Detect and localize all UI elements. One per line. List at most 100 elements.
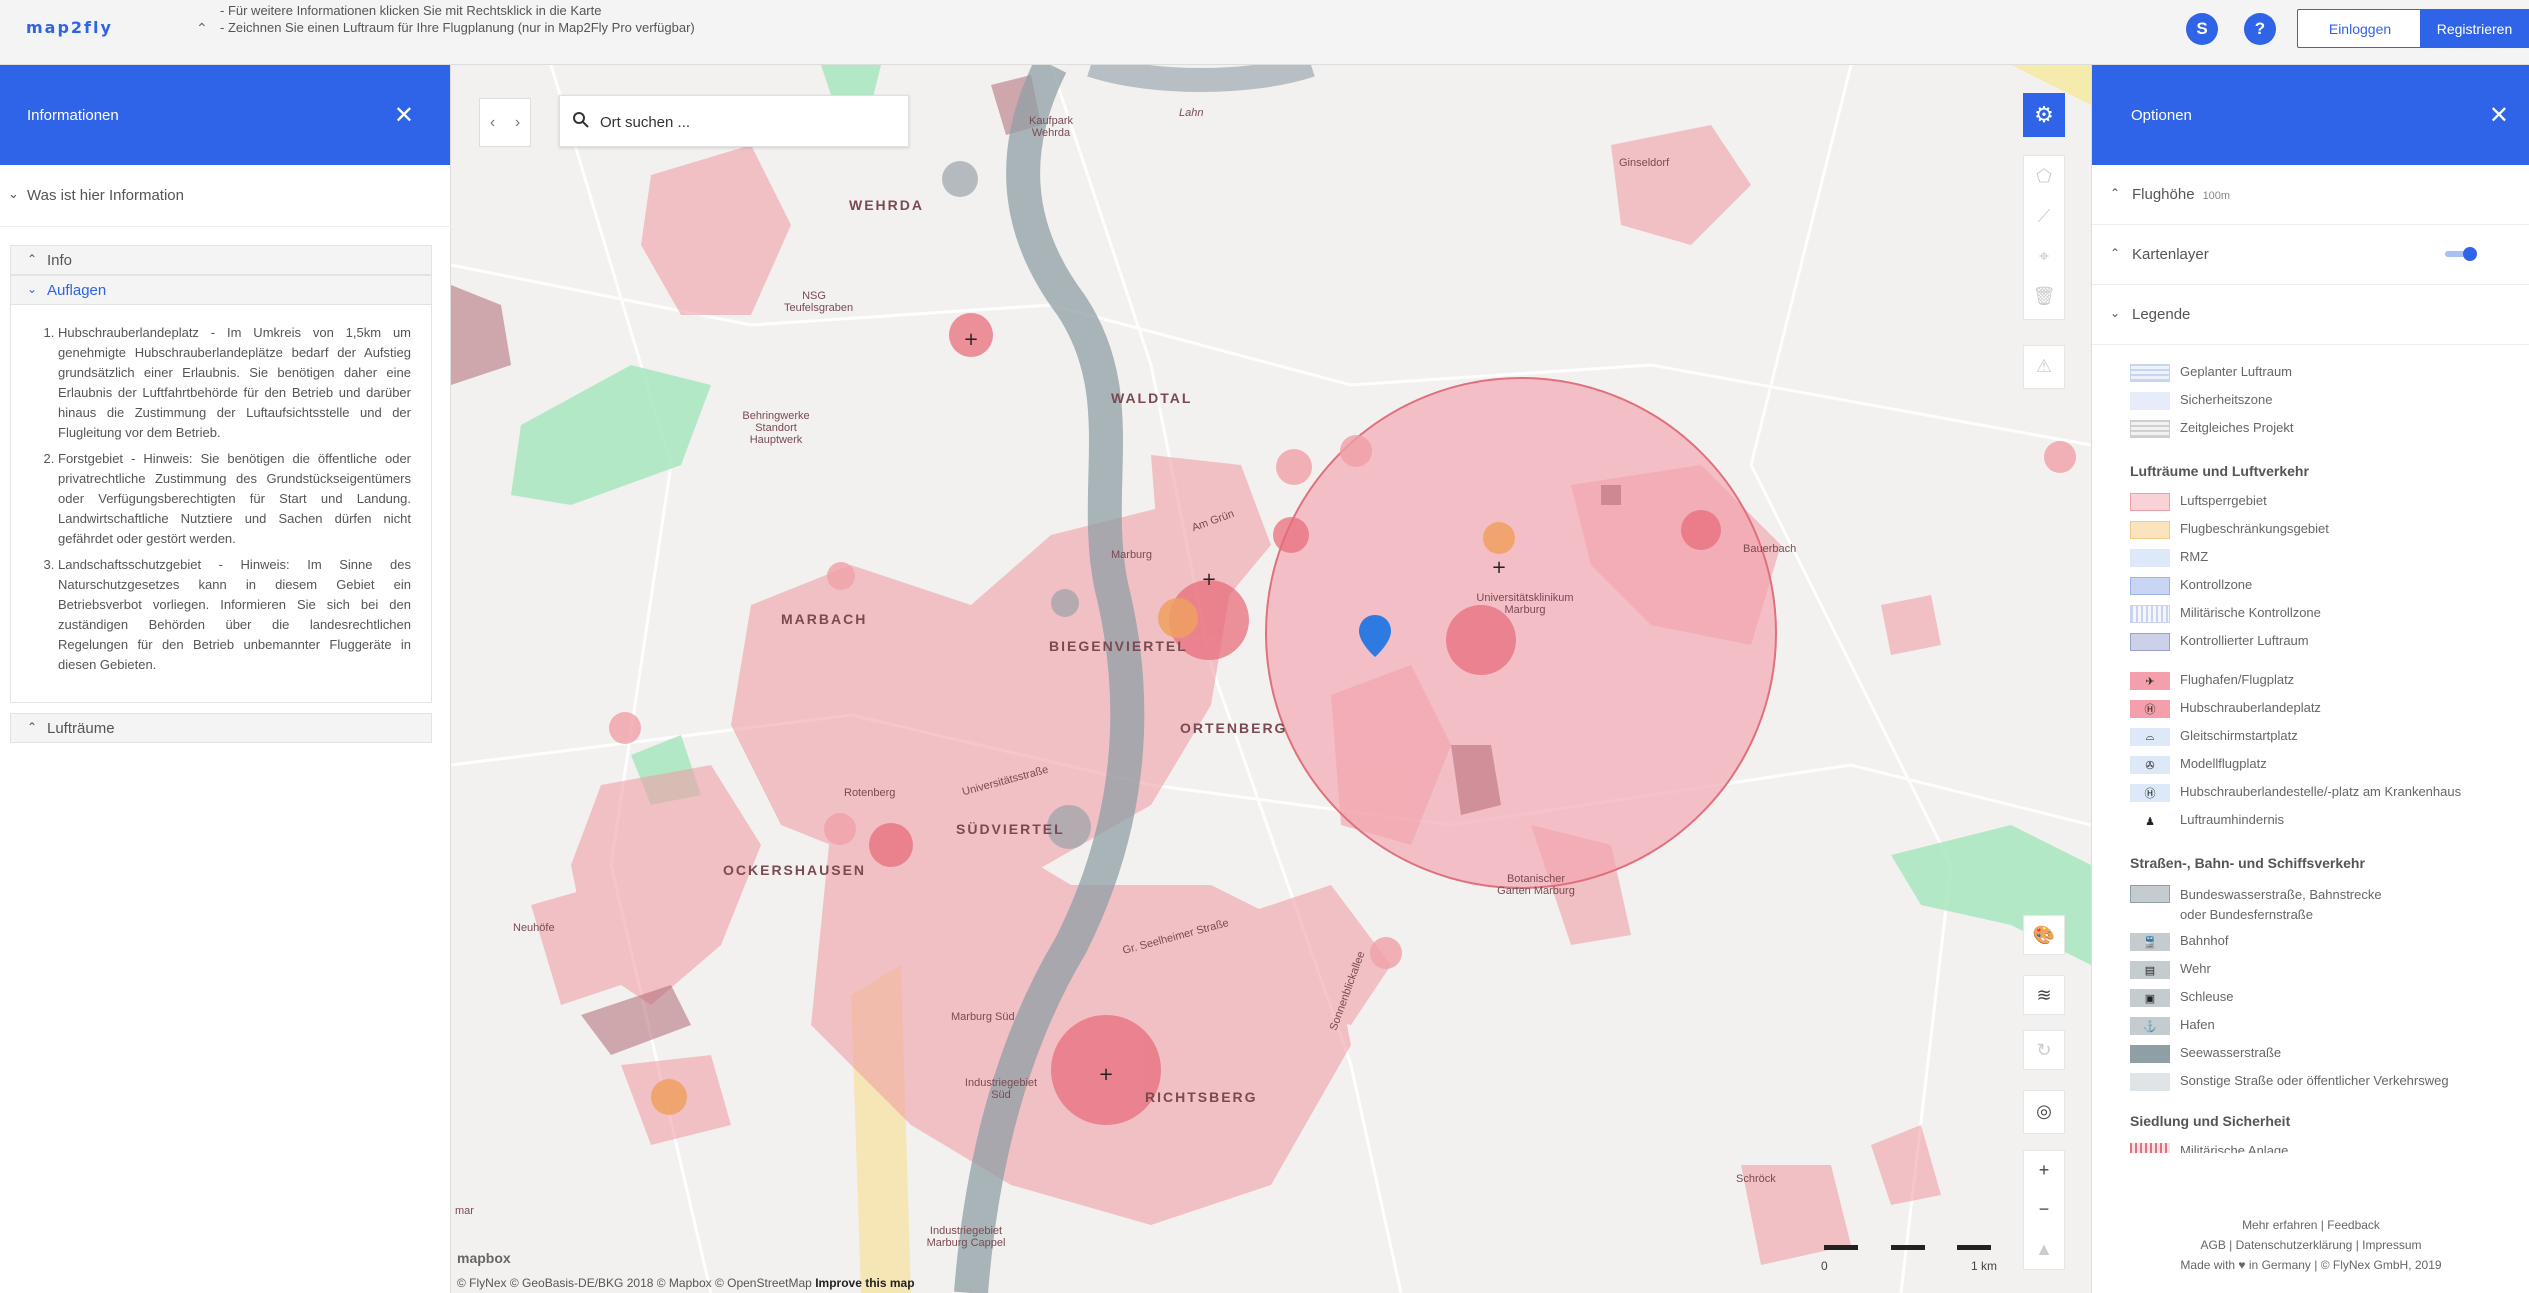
help-button[interactable]: ? (2244, 13, 2276, 45)
svg-text:+: + (963, 329, 978, 350)
refresh-icon[interactable]: ↻ (2023, 1031, 2065, 1069)
legend-item: ⌓ Gleitschirmstartplatz (2130, 728, 2298, 748)
legend-swatch (2130, 521, 2170, 539)
warning-icon[interactable]: ⚠ (2023, 346, 2065, 386)
weir-icon: ▤ (2130, 961, 2170, 979)
zoom-out-icon[interactable]: − (2023, 1190, 2065, 1229)
hint-line-1: - Für weitere Informationen klicken Sie … (220, 3, 602, 18)
map-label-neuhoefe: Neuhöfe (513, 922, 555, 934)
chevron-left-icon[interactable]: ‹ (490, 114, 495, 132)
legend-label: Zeitgleiches Projekt (2180, 420, 2294, 435)
legend-swatch (2130, 549, 2170, 567)
legend-swatch (2130, 1143, 2170, 1153)
train-icon: 🚆 (2130, 933, 2170, 951)
hospital-helipad-icon: Ⓗ (2130, 784, 2170, 802)
legend-item: 🚆 Bahnhof (2130, 933, 2228, 953)
legend-item: Zeitgleiches Projekt (2130, 420, 2293, 440)
what-is-here-toggle[interactable]: ⌄ Was ist hier Information (0, 165, 451, 227)
legend-item: ✈ Flughafen/Flugplatz (2130, 672, 2294, 692)
paraglider-icon: ⌓ (2130, 728, 2170, 746)
chevron-up-icon: ⌃ (27, 252, 38, 266)
legend-label: Sicherheitszone (2180, 392, 2273, 407)
legend-label: Seewasserstraße (2180, 1045, 2282, 1060)
polygon-icon[interactable]: ⬠ (2023, 156, 2065, 196)
compass-icon[interactable]: ▲ (2023, 1230, 2065, 1269)
accordion-info-label: Info (47, 252, 73, 269)
user-avatar-button[interactable]: S (2186, 13, 2218, 45)
close-icon[interactable]: ✕ (2489, 101, 2509, 130)
legend-label: Kontrollierter Luftraum (2180, 633, 2309, 648)
chevron-right-icon[interactable]: › (515, 114, 520, 132)
accordion-info[interactable]: ⌃ Info (10, 245, 432, 275)
register-button[interactable]: Registrieren (2420, 9, 2529, 48)
kartenlayer-toggle[interactable] (2445, 247, 2477, 261)
map-label-rotenberg: Rotenberg (844, 787, 896, 799)
legend-label: Geplanter Luftraum (2180, 364, 2293, 379)
legend-item: Sonstige Straße oder öffentlicher Verkeh… (2130, 1073, 2449, 1093)
locate-icon[interactable]: ◎ (2023, 1091, 2065, 1131)
marker-icon[interactable]: ⌖ (2023, 236, 2065, 276)
map-label-marburg-sued: Marburg Süd (951, 1011, 1015, 1023)
flughoehe-label: Flughöhe (2132, 186, 2195, 203)
footer-links-1[interactable]: Mehr erfahren | Feedback (2092, 1215, 2529, 1235)
app-logo[interactable]: map2fly (26, 18, 113, 37)
disabled-tool: ↻ (2023, 1030, 2065, 1070)
map-label-ortenberg: ORTENBERG (1180, 720, 1288, 736)
legend-item: Seewasserstraße (2130, 1045, 2281, 1065)
login-button[interactable]: Einloggen (2297, 9, 2423, 48)
trash-icon[interactable]: 🗑 (2023, 276, 2065, 316)
options-footer: Mehr erfahren | Feedback AGB | Datenschu… (2092, 1215, 2529, 1275)
search-input[interactable] (600, 108, 890, 136)
chevron-down-icon: ⌄ (2110, 306, 2121, 320)
chevron-up-icon: ⌃ (2110, 186, 2121, 200)
chevron-down-icon: ⌄ (27, 282, 38, 296)
info-accordion: ⌃ Info ⌄ Auflagen Hubschrauberlandeplatz… (10, 245, 432, 743)
map-label-kaufpark: Kaufpark Wehrda (1028, 115, 1074, 139)
accordion-luftraeume[interactable]: ⌃ Lufträume (10, 713, 432, 743)
palette-icon[interactable]: 🎨 (2023, 916, 2065, 954)
auflage-item: Landschaftsschutzgebiet - Hinweis: Im Si… (58, 555, 411, 675)
layers-icon[interactable]: ≋ (2023, 976, 2065, 1014)
map-label-wehrda: WEHRDA (849, 197, 924, 213)
legend-group-luftraeume: Lufträume und Luftverkehr (2130, 463, 2309, 479)
legend-swatch (2130, 605, 2170, 623)
lock-icon: ▣ (2130, 989, 2170, 1007)
footer-links-2[interactable]: AGB | Datenschutzerklärung | Impressum (2092, 1235, 2529, 1255)
svg-text:+: + (1201, 569, 1216, 590)
legend-swatch (2130, 1045, 2170, 1063)
zoom-in-icon[interactable]: + (2023, 1151, 2065, 1190)
legend-label: Hubschrauberlandestelle/-platz am Kranke… (2180, 784, 2462, 799)
map-label-ockershausen: OCKERSHAUSEN (723, 862, 867, 878)
warning-tool: ⚠ (2023, 345, 2065, 389)
accordion-luftraeume-label: Lufträume (47, 720, 115, 737)
legende-row[interactable]: ⌄ Legende (2092, 285, 2529, 345)
chevron-up-icon: ⌃ (27, 720, 38, 734)
info-panel-header: Informationen ✕ (0, 65, 450, 165)
legend-swatch (2130, 493, 2170, 511)
chevron-up-icon[interactable]: ⌃ (196, 20, 208, 37)
line-icon[interactable]: ⟋ (2023, 196, 2065, 236)
settings-button[interactable]: ⚙ (2023, 93, 2065, 137)
svg-text:+: + (1491, 557, 1506, 578)
mapbox-logo[interactable]: mapbox (457, 1250, 511, 1266)
top-bar: map2fly ⌃ - Für weitere Informationen kl… (0, 0, 2529, 65)
draw-toolbar: ⬠ ⟋ ⌖ 🗑 (2023, 155, 2065, 320)
map-label-uniklinik: Universitätsklinikum Marburg (1476, 592, 1574, 616)
search-icon (573, 112, 589, 128)
anchor-icon: ⚓ (2130, 1017, 2170, 1035)
map-label-schroeck: Schröck (1736, 1173, 1776, 1185)
flughoehe-row[interactable]: ⌃ Flughöhe 100m (2092, 165, 2529, 225)
kartenlayer-row[interactable]: ⌃ Kartenlayer (2092, 225, 2529, 285)
legend-item: Geplanter Luftraum (2130, 364, 2292, 384)
legend-swatch (2130, 364, 2170, 382)
legende-label: Legende (2132, 306, 2191, 323)
legend-swatch (2130, 1073, 2170, 1091)
map-label-lahn: Lahn (1179, 107, 1204, 119)
improve-map-link[interactable]: Improve this map (815, 1276, 914, 1290)
map-label-botanischer-garten: Botanischer Garten Marburg (1497, 873, 1575, 897)
map-label-richtsberg: RICHTSBERG (1145, 1089, 1258, 1105)
close-icon[interactable]: ✕ (394, 101, 414, 130)
map-canvas[interactable]: + + + + WEHRDA WALDTAL MARBACH BIEGENVIE… (451, 65, 2091, 1293)
options-panel: Optionen ✕ ⌃ Flughöhe 100m ⌃ Kartenlayer … (2091, 65, 2529, 1293)
accordion-auflagen[interactable]: ⌄ Auflagen (10, 275, 432, 305)
